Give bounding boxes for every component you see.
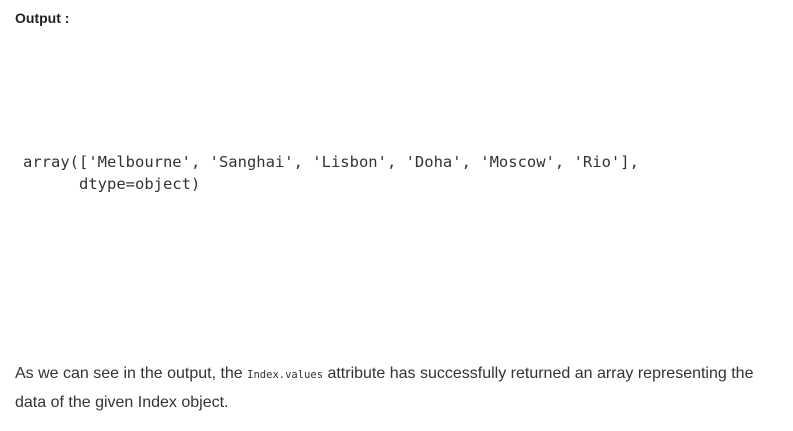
code-output-line-2: dtype=object): [23, 175, 201, 193]
paragraph-text-before: As we can see in the output, the: [15, 365, 248, 382]
inline-code-index-values: Index.values: [247, 369, 324, 381]
explanation-paragraph: As we can see in the output, the Index.v…: [15, 360, 775, 416]
output-heading: Output :: [15, 10, 70, 26]
code-output-block: array(['Melbourne', 'Sanghai', 'Lisbon',…: [23, 151, 639, 195]
code-output-line-1: array(['Melbourne', 'Sanghai', 'Lisbon',…: [23, 153, 639, 171]
